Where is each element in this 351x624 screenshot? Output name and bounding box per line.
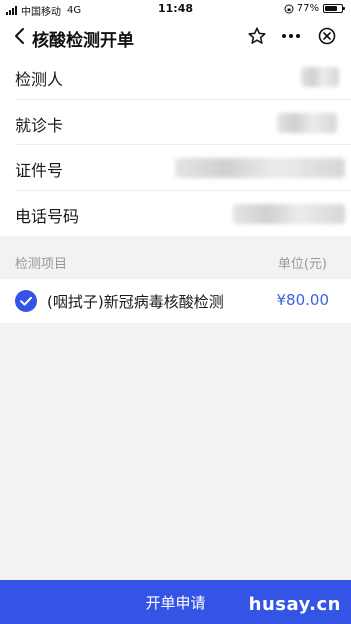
list-item[interactable]: (咽拭子)新冠病毒核酸检测 ¥80.00: [0, 279, 351, 323]
item-name: (咽拭子)新冠病毒核酸检测: [47, 293, 224, 311]
rotation-lock-icon: [284, 4, 294, 13]
form-row-phone[interactable]: 电话号码: [15, 191, 351, 237]
star-icon[interactable]: [247, 26, 267, 46]
checkbox-checked-icon[interactable]: [15, 290, 37, 312]
phone-label: 电话号码: [15, 206, 80, 226]
id-number-label: 证件号: [15, 161, 64, 180]
battery-percent: 77%: [296, 3, 319, 14]
mini-program-capsule: [273, 23, 345, 49]
chevron-left-icon[interactable]: [10, 26, 30, 46]
nav-bar: 核酸检测开单: [0, 18, 351, 54]
phone-value-redacted: [233, 203, 345, 224]
watermark-text: husay.cn: [248, 594, 341, 615]
battery-icon: [323, 4, 345, 13]
tester-label: 检测人: [15, 70, 64, 89]
form-row-tester[interactable]: 检测人: [15, 54, 351, 100]
items-header-label: 检测项目: [15, 257, 68, 272]
item-price: ¥80.00: [276, 291, 330, 309]
form-row-id-number[interactable]: 证件号: [15, 145, 351, 191]
status-right: 77%: [284, 3, 345, 14]
visit-card-label: 就诊卡: [15, 115, 64, 135]
items-header-unit: 单位(元): [277, 257, 327, 272]
more-dots-icon[interactable]: [273, 23, 309, 49]
visit-card-value-redacted: [277, 112, 337, 133]
battery-level: [325, 6, 338, 11]
form-row-visit-card[interactable]: 就诊卡: [15, 100, 351, 145]
items-header: 检测项目 单位(元): [0, 243, 351, 279]
id-number-value-redacted: [175, 158, 345, 178]
tester-value-redacted: [301, 67, 339, 87]
patient-info-form: 检测人 就诊卡 证件号 电话号码: [0, 54, 351, 236]
page-title: 核酸检测开单: [32, 31, 134, 51]
close-circle-icon[interactable]: [309, 23, 345, 49]
status-bar: 中国移动 4G 11:48 77%: [0, 0, 351, 18]
